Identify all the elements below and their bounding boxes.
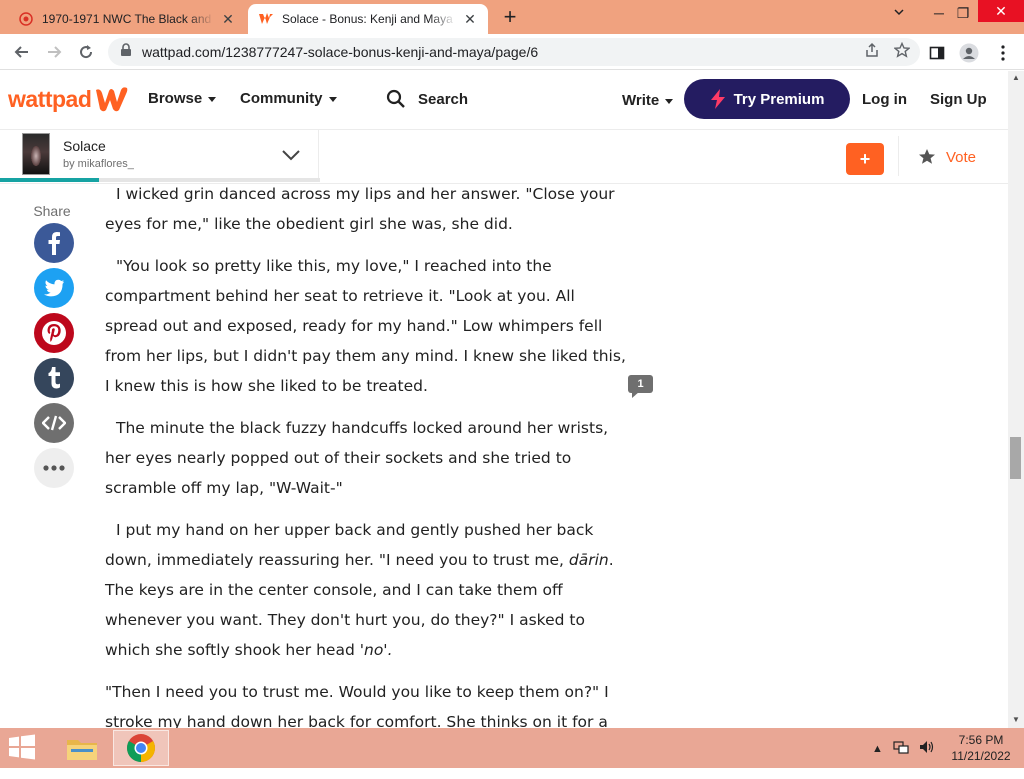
bookmark-star-icon[interactable]: [893, 41, 911, 63]
reload-icon[interactable]: [74, 40, 98, 64]
share-label: Share: [33, 203, 71, 219]
share-rail: Share: [30, 203, 78, 493]
network-icon[interactable]: [893, 740, 909, 757]
chevron-down-icon[interactable]: [280, 144, 302, 166]
wattpad-w-icon: [96, 87, 128, 112]
tab-favicon-icon: [18, 11, 34, 27]
back-arrow-icon[interactable]: [10, 40, 34, 64]
taskbar-clock[interactable]: 7:56 PM 11/21/2022: [946, 732, 1016, 764]
browser-menu-icon[interactable]: [992, 42, 1014, 64]
story-author[interactable]: by mikaflores_: [63, 158, 134, 170]
wattpad-logo[interactable]: wattpad: [8, 85, 130, 113]
login-link[interactable]: Log in: [862, 91, 907, 108]
show-hidden-icons-icon[interactable]: ▲: [872, 743, 883, 755]
profile-avatar-icon[interactable]: [958, 42, 980, 64]
url-text[interactable]: wattpad.com/1238777247-solace-bonus-kenj…: [142, 44, 538, 60]
tab-close-icon[interactable]: ✕: [462, 11, 478, 27]
site-header: wattpad Browse Community Search Write Tr…: [0, 71, 1010, 129]
paragraph-text: I put my hand on her upper back and gent…: [105, 521, 594, 569]
story-toolbar: Solace by mikaflores_ + Vote: [0, 129, 1010, 184]
vote-button[interactable]: Vote: [918, 148, 976, 166]
add-to-library-button[interactable]: +: [846, 143, 884, 175]
browse-label: Browse: [148, 90, 203, 107]
pinterest-share-button[interactable]: [34, 313, 74, 353]
browser-tab-1[interactable]: 1970-1971 NWC The Black and R ✕: [8, 4, 246, 34]
chevron-down-icon: [328, 97, 337, 102]
write-menu[interactable]: Write: [622, 92, 674, 109]
search-icon: [386, 89, 405, 108]
restore-window-button[interactable]: ❐: [948, 2, 978, 24]
forward-arrow-icon[interactable]: [42, 40, 66, 64]
divider: [318, 130, 319, 182]
logo-wordmark: wattpad: [8, 85, 92, 112]
close-window-button[interactable]: ✕: [978, 0, 1024, 22]
inline-comment-count-button[interactable]: 1: [628, 375, 653, 398]
paragraph[interactable]: The minute the black fuzzy handcuffs loc…: [105, 413, 630, 503]
tab-close-icon[interactable]: ✕: [220, 11, 236, 27]
italic-word: dārin: [568, 551, 609, 569]
twitter-share-button[interactable]: [34, 268, 74, 308]
clock-date: 11/21/2022: [951, 749, 1011, 763]
try-premium-button[interactable]: Try Premium: [684, 79, 850, 119]
write-label: Write: [622, 92, 660, 109]
system-tray: ▲: [872, 740, 935, 757]
volume-icon[interactable]: [919, 740, 935, 757]
windows-start-icon[interactable]: [8, 734, 38, 762]
star-icon: [919, 149, 935, 164]
facebook-share-button[interactable]: [34, 223, 74, 263]
windows-taskbar: ▲ 7:56 PM 11/21/2022: [0, 728, 1024, 768]
scrollbar-thumb[interactable]: [1010, 437, 1021, 479]
community-menu[interactable]: Community: [240, 90, 337, 107]
file-explorer-icon[interactable]: [54, 730, 110, 766]
scroll-up-arrow-icon[interactable]: ▲: [1012, 73, 1020, 82]
reading-progress-fill: [0, 178, 100, 182]
italic-word: 'no'.: [359, 641, 393, 659]
premium-label: Try Premium: [733, 90, 825, 108]
more-icon: [43, 465, 65, 471]
wattpad-favicon-icon: [258, 11, 274, 27]
embed-icon: [42, 415, 66, 431]
tab-title: Solace - Bonus: Kenji and Maya -: [282, 12, 456, 26]
facebook-icon: [48, 232, 60, 255]
browser-tab-2[interactable]: Solace - Bonus: Kenji and Maya - ✕: [248, 4, 488, 34]
vote-label: Vote: [946, 148, 977, 166]
scroll-down-arrow-icon[interactable]: ▼: [1012, 715, 1020, 724]
embed-share-button[interactable]: [34, 403, 74, 443]
paragraph[interactable]: "You look so pretty like this, my love,"…: [105, 251, 630, 401]
pinterest-icon: [42, 321, 66, 345]
tumblr-icon: [48, 367, 60, 389]
browser-tab-strip: 1970-1971 NWC The Black and R ✕ Solace -…: [0, 0, 1024, 34]
paragraph[interactable]: I put my hand on her upper back and gent…: [105, 515, 630, 665]
browse-menu[interactable]: Browse: [148, 90, 217, 107]
new-tab-button[interactable]: +: [498, 6, 522, 30]
chevron-down-icon: [665, 99, 674, 104]
more-share-button[interactable]: [34, 448, 74, 488]
tumblr-share-button[interactable]: [34, 358, 74, 398]
tab-title: 1970-1971 NWC The Black and R: [42, 12, 214, 26]
clock-time: 7:56 PM: [958, 733, 1004, 747]
tab-search-chevron-icon[interactable]: [884, 2, 914, 24]
browser-toolbar: wattpad.com/1238777247-solace-bonus-kenj…: [0, 34, 1024, 70]
signup-link[interactable]: Sign Up: [930, 91, 987, 108]
twitter-icon: [44, 279, 64, 297]
lightning-icon: [710, 89, 725, 109]
side-panel-icon[interactable]: [926, 42, 948, 64]
address-bar[interactable]: wattpad.com/1238777247-solace-bonus-kenj…: [108, 38, 920, 66]
chevron-down-icon: [208, 97, 217, 102]
story-cover-image[interactable]: [22, 133, 50, 175]
page-scrollbar[interactable]: ▲ ▼: [1008, 71, 1024, 728]
paragraph[interactable]: I wicked grin danced across my lips and …: [105, 179, 630, 239]
search-label: Search: [418, 90, 469, 108]
chrome-taskbar-icon[interactable]: [113, 730, 169, 766]
story-title[interactable]: Solace: [63, 138, 106, 154]
story-text: I wicked grin danced across my lips and …: [105, 182, 630, 779]
community-label: Community: [240, 90, 323, 107]
lock-icon[interactable]: [120, 42, 132, 62]
divider: [898, 136, 899, 176]
share-page-icon[interactable]: [864, 42, 880, 63]
search-button[interactable]: Search: [386, 89, 468, 109]
